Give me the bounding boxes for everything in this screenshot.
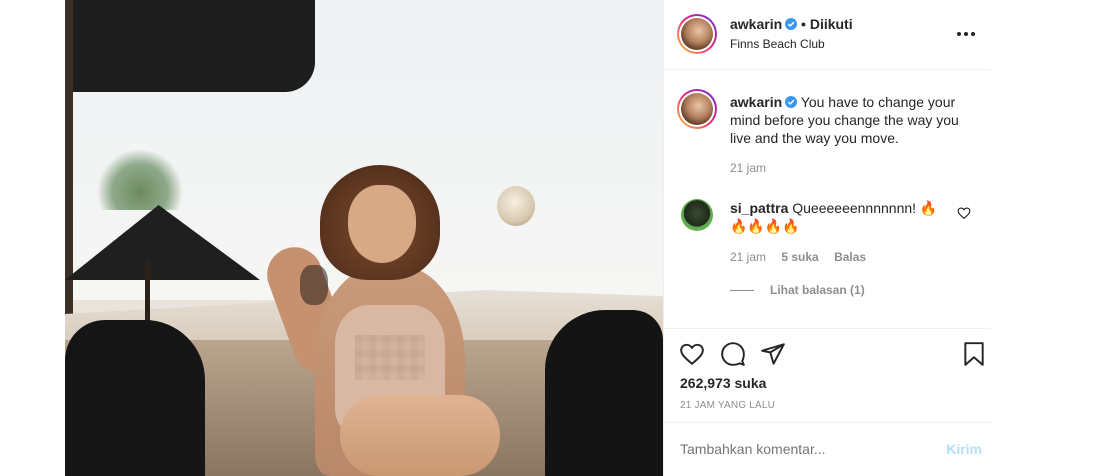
like-heart-icon[interactable] (679, 341, 705, 367)
post-header: awkarin • Diikuti Finns Beach Club (664, 0, 992, 70)
photo-face (348, 185, 416, 263)
comment-text-block: si_pattra Queeeeeennnnnnn! 🔥🔥🔥🔥🔥 (730, 199, 945, 235)
author-avatar[interactable] (677, 14, 717, 54)
commenter-username[interactable]: si_pattra (730, 200, 788, 216)
comments-section: awkarin You have to change your mind bef… (664, 70, 992, 328)
follow-status-button[interactable]: Diikuti (810, 16, 853, 32)
comment-input[interactable] (680, 441, 930, 457)
comment-bubble-icon[interactable] (720, 341, 746, 367)
photo-legs (340, 395, 500, 476)
caption-username[interactable]: awkarin (730, 94, 782, 110)
photo-umbrella-top (65, 0, 315, 92)
background-margin (991, 0, 1093, 476)
more-options-icon[interactable] (954, 24, 978, 44)
instagram-post-view: awkarin • Diikuti Finns Beach Club awkar… (0, 0, 1093, 476)
verified-badge-icon (785, 18, 798, 30)
author-username[interactable]: awkarin (730, 16, 782, 32)
follow-separator: • (801, 16, 810, 32)
photo-beanbag-right (545, 310, 663, 476)
photo-beanbag-left (65, 320, 205, 476)
caption-time: 21 jam (730, 161, 767, 175)
post-side-panel: awkarin • Diikuti Finns Beach Club awkar… (663, 0, 992, 476)
comment-likes[interactable]: 5 suka (781, 250, 818, 264)
commenter-avatar[interactable] (681, 199, 713, 231)
post-comment-button[interactable]: Kirim (946, 441, 982, 457)
photo-palm (95, 150, 185, 210)
view-replies-label: Lihat balasan (1) (770, 283, 865, 297)
post-actions: 262,973 suka 21 JAM YANG LALU (664, 328, 992, 428)
share-send-icon[interactable] (760, 341, 786, 367)
reply-button[interactable]: Balas (834, 250, 866, 264)
like-count[interactable]: 262,973 suka (680, 375, 766, 391)
censor-pixelation (355, 335, 425, 380)
author-name-line: awkarin • Diikuti (730, 16, 853, 32)
caption-text-block: awkarin You have to change your mind bef… (730, 93, 975, 147)
photo-lamp (497, 186, 535, 226)
verified-badge-icon (785, 96, 798, 108)
post-location[interactable]: Finns Beach Club (730, 37, 825, 51)
view-replies-button[interactable]: Lihat balasan (1) (730, 283, 865, 297)
comment-like-heart-icon[interactable] (957, 206, 971, 220)
photo-tattoo (300, 265, 328, 305)
save-bookmark-icon[interactable] (961, 341, 987, 367)
post-photo[interactable] (65, 0, 663, 476)
replies-divider-line (730, 289, 754, 291)
add-comment-bar: Kirim (664, 422, 992, 476)
comment-time: 21 jam (730, 250, 767, 264)
photo-person (259, 165, 500, 476)
posted-time: 21 JAM YANG LALU (680, 400, 776, 411)
comment-meta: 21 jam 5 suka Balas (730, 250, 878, 264)
caption-avatar[interactable] (677, 89, 717, 129)
